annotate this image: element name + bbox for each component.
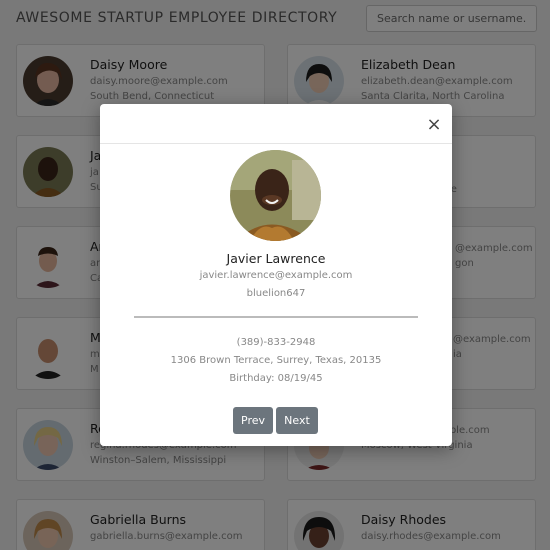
modal-header-divider <box>100 143 452 144</box>
modal-divider <box>134 316 418 318</box>
prev-button[interactable]: Prev <box>233 407 273 434</box>
modal-address: 1306 Brown Terrace, Surrey, Texas, 20135 <box>170 355 382 366</box>
close-icon[interactable]: × <box>424 115 444 135</box>
modal-birthday: Birthday: 08/19/45 <box>229 373 323 384</box>
modal-avatar <box>230 150 321 241</box>
modal-email: javier.lawrence@example.com <box>199 270 353 281</box>
modal-username: bluelion647 <box>246 288 306 299</box>
modal-name: Javier Lawrence <box>226 251 326 266</box>
next-button[interactable]: Next <box>276 407 318 434</box>
modal-phone: (389)-833-2948 <box>236 337 316 348</box>
employee-detail-modal: × Javier Lawrence javier.lawrence@exampl… <box>100 104 452 446</box>
